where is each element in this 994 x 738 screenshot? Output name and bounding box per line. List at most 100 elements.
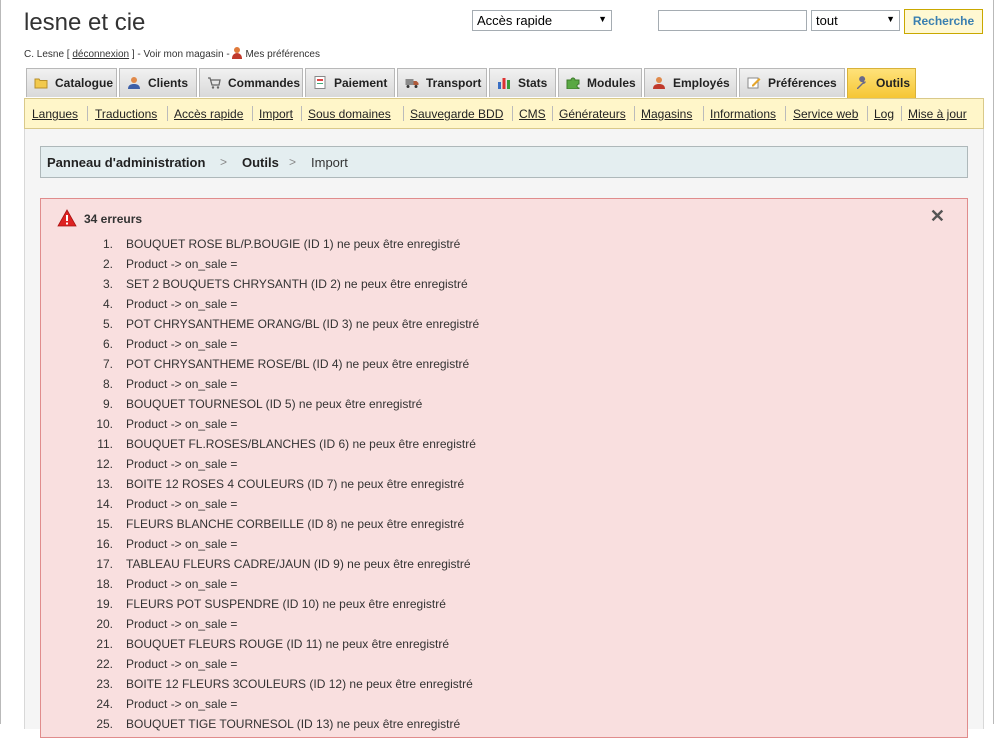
error-item-number: 14. <box>96 497 113 511</box>
subnav-divider <box>167 106 168 121</box>
preferences-link[interactable]: Mes préférences <box>245 49 319 60</box>
tab-outils[interactable]: Outils <box>847 68 916 99</box>
error-item-number: 6. <box>102 337 113 351</box>
error-item-number: 10. <box>96 417 113 431</box>
error-item-number: 12. <box>96 457 113 471</box>
error-item: 5. POT CHRYSANTHEME ORANG/BL (ID 3) ne pe… <box>41 317 967 337</box>
tab-label: Modules <box>587 76 636 90</box>
tab-label: Clients <box>148 76 189 90</box>
subnav-informations[interactable]: Informations <box>710 107 776 121</box>
tab-label: Catalogue <box>55 76 114 90</box>
tab-transport[interactable]: Transport <box>397 68 487 97</box>
tab-stats[interactable]: Stats <box>489 68 556 97</box>
subnav-sous-domaines[interactable]: Sous domaines <box>308 107 391 121</box>
chevron-right-icon: > <box>289 155 297 169</box>
error-item-text: Product -> on_sale = <box>126 537 238 551</box>
logout-link[interactable]: déconnexion <box>72 49 129 60</box>
error-item-text: BOITE 12 ROSES 4 COULEURS (ID 7) ne peux… <box>126 477 465 491</box>
error-item-number: 21. <box>96 637 113 651</box>
error-item: 9. BOUQUET TOURNESOL (ID 5) ne peux être … <box>41 397 967 417</box>
tab-label: Transport <box>426 76 482 90</box>
subnav-divider <box>87 106 88 121</box>
error-item: 18. Product -> on_sale = <box>41 577 967 597</box>
subnav-generateurs[interactable]: Générateurs <box>559 107 626 121</box>
error-item-number: 7. <box>102 357 113 371</box>
tab-clients[interactable]: Clients <box>119 68 197 97</box>
error-item: 21. BOUQUET FLEURS ROUGE (ID 11) ne peux … <box>41 637 967 657</box>
chevron-down-icon: ▼ <box>598 14 607 24</box>
puzzle-icon <box>566 77 580 89</box>
error-item-number: 17. <box>96 557 113 571</box>
error-item-text: BOUQUET FLEURS ROUGE (ID 11) ne peux êtr… <box>126 637 449 651</box>
error-item: 10. Product -> on_sale = <box>41 417 967 437</box>
error-item-text: BOITE 12 FLEURS 3COULEURS (ID 12) ne peu… <box>126 677 473 691</box>
error-item-text: FLEURS BLANCHE CORBEILLE (ID 8) ne peux … <box>126 517 465 531</box>
error-item: 23. BOITE 12 FLEURS 3COULEURS (ID 12) ne … <box>41 677 967 697</box>
tab-label: Paiement <box>334 76 388 90</box>
subnav-langues[interactable]: Langues <box>32 107 78 121</box>
error-item-number: 16. <box>96 537 113 551</box>
subnav-mise-a-jour[interactable]: Mise à jour <box>908 107 967 121</box>
breadcrumb-item-admin[interactable]: Panneau d'administration <box>47 155 205 170</box>
error-item-number: 1. <box>102 237 113 251</box>
error-item-text: Product -> on_sale = <box>126 257 238 271</box>
subnav-divider <box>785 106 786 121</box>
error-item: 11. BOUQUET FL.ROSES/BLANCHES (ID 6) ne p… <box>41 437 967 457</box>
folder-icon <box>34 78 48 89</box>
subnav-divider <box>512 106 513 121</box>
search-input[interactable] <box>658 10 807 31</box>
subnav-acces-rapide[interactable]: Accès rapide <box>174 107 243 121</box>
error-item: 2. Product -> on_sale = <box>41 257 967 277</box>
sub-navigation: Langues Traductions Accès rapide Import … <box>24 98 984 129</box>
subnav-log[interactable]: Log <box>874 107 894 121</box>
error-item: 17. TABLEAU FLEURS CADRE/JAUN (ID 9) ne p… <box>41 557 967 577</box>
error-item: 13. BOITE 12 ROSES 4 COULEURS (ID 7) ne p… <box>41 477 967 497</box>
error-panel: 34 erreurs ✕ 1. BOUQUET ROSE BL/P.BOUGIE … <box>40 198 968 738</box>
error-item-number: 8. <box>102 377 113 391</box>
cart-icon <box>208 77 221 89</box>
error-item-text: Product -> on_sale = <box>126 337 238 351</box>
error-item-text: Product -> on_sale = <box>126 377 238 391</box>
search-button[interactable]: Recherche <box>904 9 983 34</box>
view-shop-link[interactable]: ] - Voir mon magasin - <box>132 49 230 60</box>
error-item-text: TABLEAU FLEURS CADRE/JAUN (ID 9) ne peux… <box>126 557 471 571</box>
wrench-icon <box>857 76 866 89</box>
subnav-traductions[interactable]: Traductions <box>95 107 157 121</box>
subnav-import[interactable]: Import <box>259 107 293 121</box>
breadcrumb-item-outils[interactable]: Outils <box>242 155 279 170</box>
error-item: 12. Product -> on_sale = <box>41 457 967 477</box>
error-item: 8. Product -> on_sale = <box>41 377 967 397</box>
quick-access-select[interactable]: Accès rapide ▼ <box>472 10 612 31</box>
error-item-text: BOUQUET FL.ROSES/BLANCHES (ID 6) ne peux… <box>126 437 476 451</box>
tab-label: Outils <box>876 76 911 90</box>
error-item: 1. BOUQUET ROSE BL/P.BOUGIE (ID 1) ne peu… <box>41 237 967 257</box>
error-item: 19. FLEURS POT SUSPENDRE (ID 10) ne peux … <box>41 597 967 617</box>
tab-employes[interactable]: Employés <box>644 68 737 97</box>
error-item-number: 19. <box>96 597 113 611</box>
subnav-divider <box>901 106 902 121</box>
user-bar: C. Lesne [ déconnexion ] - Voir mon maga… <box>24 47 320 60</box>
search-scope-select[interactable]: tout ▼ <box>811 10 900 31</box>
error-item: 7. POT CHRYSANTHEME ROSE/BL (ID 4) ne peu… <box>41 357 967 377</box>
error-item-number: 18. <box>96 577 113 591</box>
user-name: C. Lesne [ <box>24 49 70 60</box>
error-item-text: FLEURS POT SUSPENDRE (ID 10) ne peux êtr… <box>126 597 446 611</box>
tab-paiement[interactable]: Paiement <box>305 68 395 97</box>
tab-commandes[interactable]: Commandes <box>199 68 303 97</box>
subnav-service-web[interactable]: Service web <box>793 107 858 121</box>
tab-preferences[interactable]: Préférences <box>739 68 845 97</box>
error-item-text: Product -> on_sale = <box>126 697 238 711</box>
error-item-number: 15. <box>96 517 113 531</box>
tab-label: Commandes <box>228 76 301 90</box>
subnav-sauvegarde-bdd[interactable]: Sauvegarde BDD <box>410 107 503 121</box>
error-item-text: SET 2 BOUQUETS CHRYSANTH (ID 2) ne peux … <box>126 277 468 291</box>
error-item-number: 25. <box>96 717 113 731</box>
subnav-magasins[interactable]: Magasins <box>641 107 692 121</box>
subnav-divider <box>252 106 253 121</box>
close-icon[interactable]: ✕ <box>930 206 945 227</box>
error-item: 20. Product -> on_sale = <box>41 617 967 637</box>
error-item-text: Product -> on_sale = <box>126 417 238 431</box>
tab-catalogue[interactable]: Catalogue <box>26 68 117 97</box>
tab-modules[interactable]: Modules <box>558 68 642 97</box>
subnav-cms[interactable]: CMS <box>519 107 546 121</box>
